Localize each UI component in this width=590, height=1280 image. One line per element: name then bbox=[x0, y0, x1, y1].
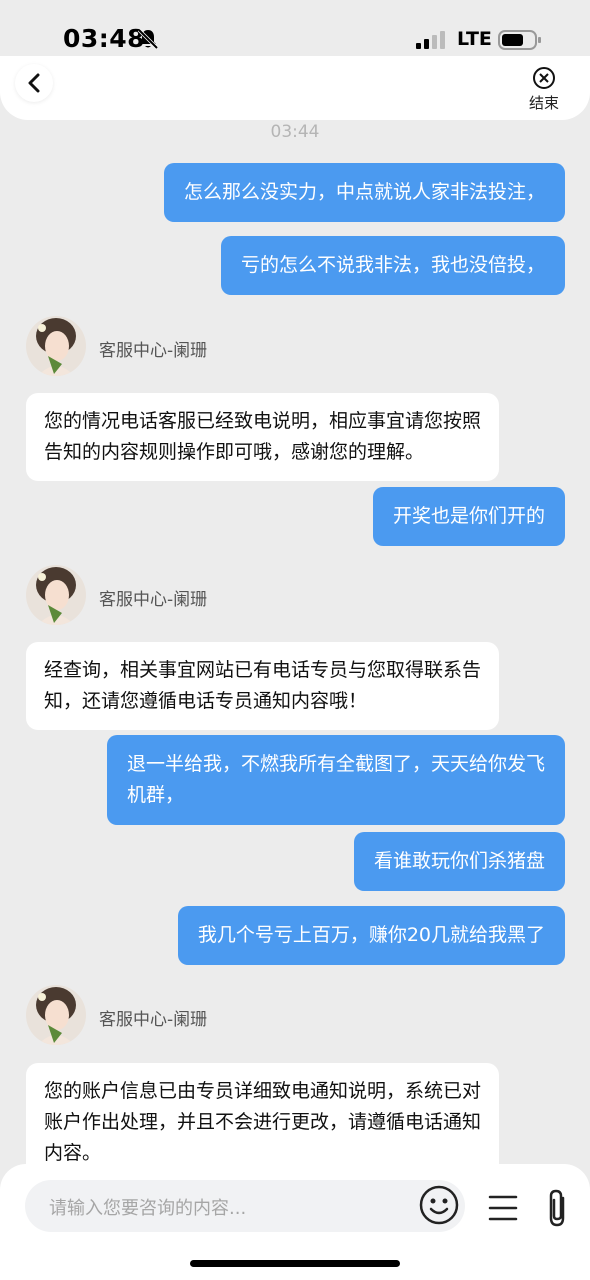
agent-name: 客服中心-阑珊 bbox=[99, 590, 208, 610]
avatar[interactable] bbox=[26, 316, 86, 376]
agent-message[interactable]: 您的情况电话客服已经致电说明，相应事宜请您按照 告知的内容规则操作即可哦，感谢您… bbox=[26, 393, 500, 481]
home-indicator bbox=[190, 1260, 400, 1267]
user-message[interactable]: 怎么那么没实力，中点就说人家非法投注， bbox=[163, 163, 565, 222]
user-message[interactable]: 看谁敢玩你们杀猪盘 bbox=[353, 832, 565, 891]
agent-name: 客服中心-阑珊 bbox=[99, 1010, 208, 1030]
paperclip-icon[interactable] bbox=[543, 1188, 573, 1228]
message-input[interactable]: 请输入您要咨询的内容... bbox=[25, 1180, 465, 1232]
close-circle-icon bbox=[533, 67, 555, 89]
avatar[interactable] bbox=[26, 565, 86, 625]
chat-timestamp: 03:44 bbox=[270, 122, 320, 142]
signal-icon bbox=[416, 31, 445, 49]
agent-header: 客服中心-阑珊 bbox=[26, 565, 426, 627]
user-message[interactable]: 开奖也是你们开的 bbox=[372, 487, 565, 546]
status-time: 03:48 bbox=[63, 24, 146, 53]
agent-header: 客服中心-阑珊 bbox=[26, 316, 426, 378]
user-message[interactable]: 我几个号亏上百万，赚你20几就给我黑了 bbox=[177, 906, 565, 965]
end-chat-button[interactable]: 结束 bbox=[522, 66, 566, 116]
back-button[interactable] bbox=[15, 64, 53, 102]
agent-header: 客服中心-阑珊 bbox=[26, 985, 426, 1047]
agent-name: 客服中心-阑珊 bbox=[99, 341, 208, 361]
bell-slash-icon bbox=[137, 28, 159, 50]
emoji-icon[interactable] bbox=[418, 1184, 460, 1226]
chevron-left-icon bbox=[28, 73, 40, 93]
end-chat-label: 结束 bbox=[528, 94, 559, 112]
input-placeholder: 请输入您要咨询的内容... bbox=[49, 1198, 247, 1219]
status-bar: 03:48 LTE bbox=[0, 0, 590, 62]
user-message[interactable]: 亏的怎么不说我非法，我也没倍投， bbox=[220, 236, 565, 295]
avatar[interactable] bbox=[26, 985, 86, 1045]
battery-icon bbox=[498, 30, 541, 50]
chat-header: 结束 bbox=[0, 56, 590, 120]
chat-screen: 03:48 LTE 结束 03:44 怎么那么没实力，中点就说人家非法投注， 亏… bbox=[0, 0, 590, 1280]
agent-message[interactable]: 经查询，相关事宜网站已有电话专员与您取得联系告 知，还请您遵循电话专员通知内容哦… bbox=[26, 642, 500, 730]
menu-icon[interactable] bbox=[488, 1194, 518, 1222]
user-message[interactable]: 退一半给我，不燃我所有全截图了，天天给你发飞 机群， bbox=[106, 735, 565, 825]
network-label: LTE bbox=[457, 28, 492, 50]
